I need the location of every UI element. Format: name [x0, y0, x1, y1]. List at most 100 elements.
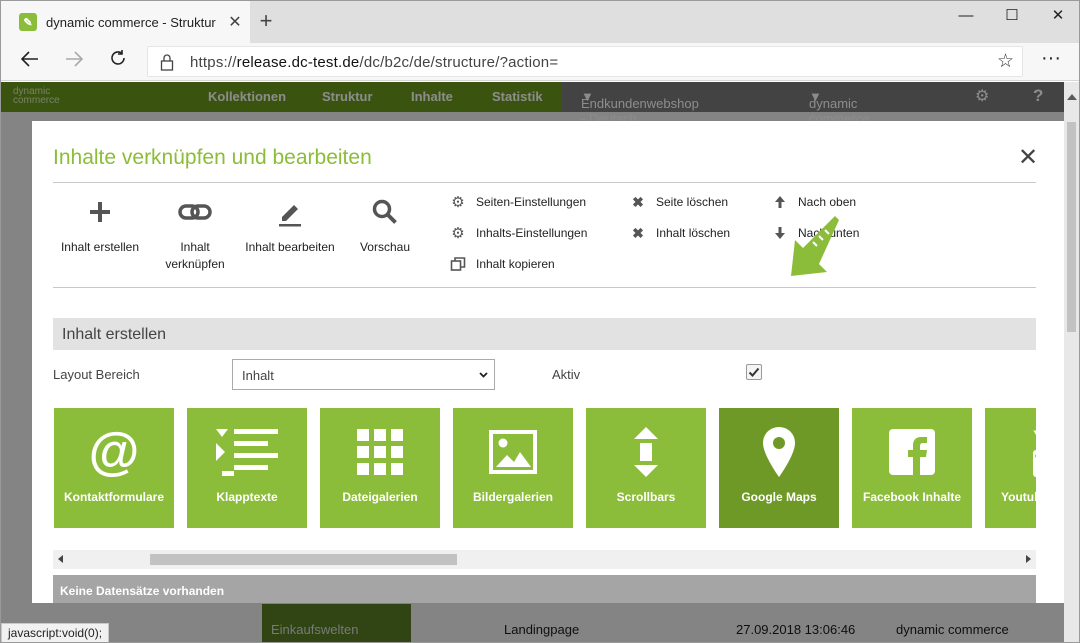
page-settings-action[interactable]: ⚙ Seiten-Einstellungen — [450, 194, 587, 211]
tile-icon-wrap — [852, 426, 972, 478]
reload-icon — [111, 50, 125, 65]
delete-page-action[interactable]: ✖ Seite löschen — [630, 194, 728, 210]
content-settings-action[interactable]: ⚙ Inhalts-Einstellungen — [450, 225, 588, 242]
tile-bildergalerien[interactable]: Bildergalerien — [453, 408, 573, 528]
tab-bar: ✎ dynamic commerce - Struktur ✕ + — ☐ ✕ — [1, 1, 1079, 43]
tab-title: dynamic commerce - Struktur — [46, 14, 216, 30]
edit-content-button[interactable]: Inhalt bearbeiten — [240, 196, 340, 256]
tile-label: Facebook Inhalte — [862, 490, 962, 504]
address-bar[interactable]: https://release.dc-test.de/dc/b2c/de/str… — [147, 46, 1023, 77]
tile-facebook-inhalte[interactable]: Facebook Inhalte — [852, 408, 972, 528]
tile-kontaktformulare[interactable]: @ Kontaktformulare — [54, 408, 174, 528]
close-window-button[interactable]: ✕ — [1035, 1, 1079, 33]
scroll-right-icon[interactable] — [1026, 555, 1031, 563]
list-icon — [216, 429, 278, 476]
section-title: Inhalt erstellen — [62, 326, 167, 343]
back-button[interactable] — [13, 46, 47, 78]
divider — [53, 182, 1036, 183]
tile-icon-wrap: @ — [54, 426, 174, 478]
delete-content-label: Inhalt löschen — [656, 226, 731, 240]
scroll-up-icon[interactable] — [1067, 94, 1077, 100]
chevron-down-icon — [479, 372, 488, 378]
tile-google-maps[interactable]: Google Maps — [719, 408, 839, 528]
tile-label: Dateigalerien — [342, 490, 418, 504]
arrow-right-icon — [66, 51, 84, 67]
minimize-button[interactable]: — — [943, 1, 989, 33]
active-label: Aktiv — [552, 367, 581, 382]
scrollbar-thumb[interactable] — [150, 554, 457, 565]
tiles-horizontal-scrollbar[interactable] — [53, 550, 1036, 569]
youtube-icon: YT — [1033, 428, 1036, 477]
favorite-star-icon[interactable]: ☆ — [997, 50, 1014, 73]
create-content-label: Inhalt erstellen — [60, 240, 140, 254]
tile-icon-wrap: YT — [985, 426, 1036, 478]
scrollbar-thumb[interactable] — [1067, 122, 1076, 332]
arrow-left-icon — [20, 51, 38, 67]
tile-icon-wrap — [586, 426, 706, 478]
address-toolbar: https://release.dc-test.de/dc/b2c/de/str… — [1, 43, 1079, 81]
tile-label: Kontaktformulare — [63, 490, 164, 504]
content-type-tiles: @ Kontaktformulare Klapptexte Dateigaler… — [54, 408, 1036, 528]
link-content-button[interactable]: Inhalt verknüpfen — [150, 196, 240, 273]
copy-icon — [450, 257, 466, 271]
at-icon: @ — [88, 423, 140, 481]
arrow-up-icon — [775, 196, 785, 208]
preview-button[interactable]: Vorschau — [350, 196, 420, 256]
gear-icon: ⚙ — [451, 194, 465, 211]
tile-label: Youtub — [1001, 490, 1036, 504]
tile-dateigalerien[interactable]: Dateigalerien — [320, 408, 440, 528]
url-text: https://release.dc-test.de/dc/b2c/de/str… — [190, 54, 559, 71]
link-icon — [178, 204, 212, 220]
browser-tab[interactable]: ✎ dynamic commerce - Struktur ✕ — [1, 1, 250, 43]
tile-youtube[interactable]: YT Youtub — [985, 408, 1036, 528]
tile-icon-wrap — [453, 426, 573, 478]
tile-label: Scrollbars — [616, 490, 676, 504]
link-content-label-2: verknüpfen — [165, 257, 225, 271]
close-tab-icon[interactable]: ✕ — [220, 12, 250, 32]
tile-icon-wrap — [320, 426, 440, 478]
favicon-icon: ✎ — [19, 13, 37, 31]
delete-icon: ✖ — [632, 224, 644, 241]
maximize-button[interactable]: ☐ — [989, 1, 1035, 33]
lock-icon — [160, 54, 174, 71]
forward-button[interactable] — [57, 46, 91, 78]
new-tab-button[interactable]: + — [253, 7, 279, 37]
delete-page-label: Seite löschen — [656, 195, 729, 209]
checkmark-icon — [748, 367, 760, 377]
page-settings-label: Seiten-Einstellungen — [476, 195, 587, 209]
divider — [53, 287, 1036, 288]
tile-icon-wrap — [187, 426, 307, 478]
image-icon — [489, 430, 537, 474]
active-checkbox[interactable] — [746, 364, 762, 380]
preview-label: Vorschau — [359, 240, 411, 254]
modal-close-icon[interactable]: ✕ — [1018, 143, 1038, 172]
layout-label: Layout Bereich — [53, 367, 140, 382]
copy-content-action[interactable]: Inhalt kopieren — [450, 256, 555, 272]
delete-icon: ✖ — [632, 193, 644, 210]
status-bar: javascript:void(0); — [1, 623, 110, 642]
tile-label: Bildergalerien — [472, 490, 554, 504]
vertical-scrollbar[interactable] — [1064, 82, 1079, 642]
tile-icon-wrap — [719, 426, 839, 478]
more-menu-icon[interactable]: ··· — [1041, 47, 1061, 70]
tile-scrollbars[interactable]: Scrollbars — [586, 408, 706, 528]
facebook-icon — [889, 429, 935, 475]
no-records-bar: Keine Datensätze vorhanden — [53, 575, 1036, 603]
tile-label: Klapptexte — [216, 490, 278, 504]
pointer-arrow-icon — [791, 216, 839, 276]
move-up-action[interactable]: Nach oben — [772, 194, 856, 210]
map-pin-icon — [763, 427, 795, 477]
scroll-left-icon[interactable] — [58, 555, 63, 563]
tile-klapptexte[interactable]: Klapptexte — [187, 408, 307, 528]
content-settings-label: Inhalts-Einstellungen — [476, 226, 588, 240]
layout-select[interactable]: Inhalt — [232, 359, 495, 390]
reload-button[interactable] — [101, 46, 135, 78]
create-content-button[interactable]: Inhalt erstellen — [56, 196, 144, 256]
no-records-text: Keine Datensätze vorhanden — [60, 584, 225, 598]
layout-select-value: Inhalt — [242, 368, 274, 383]
pencil-icon — [279, 205, 301, 227]
delete-content-action[interactable]: ✖ Inhalt löschen — [630, 225, 730, 241]
copy-content-label: Inhalt kopieren — [476, 257, 555, 271]
modal-title: Inhalte verknüpfen und bearbeiten — [53, 146, 372, 169]
plus-icon — [90, 202, 110, 222]
